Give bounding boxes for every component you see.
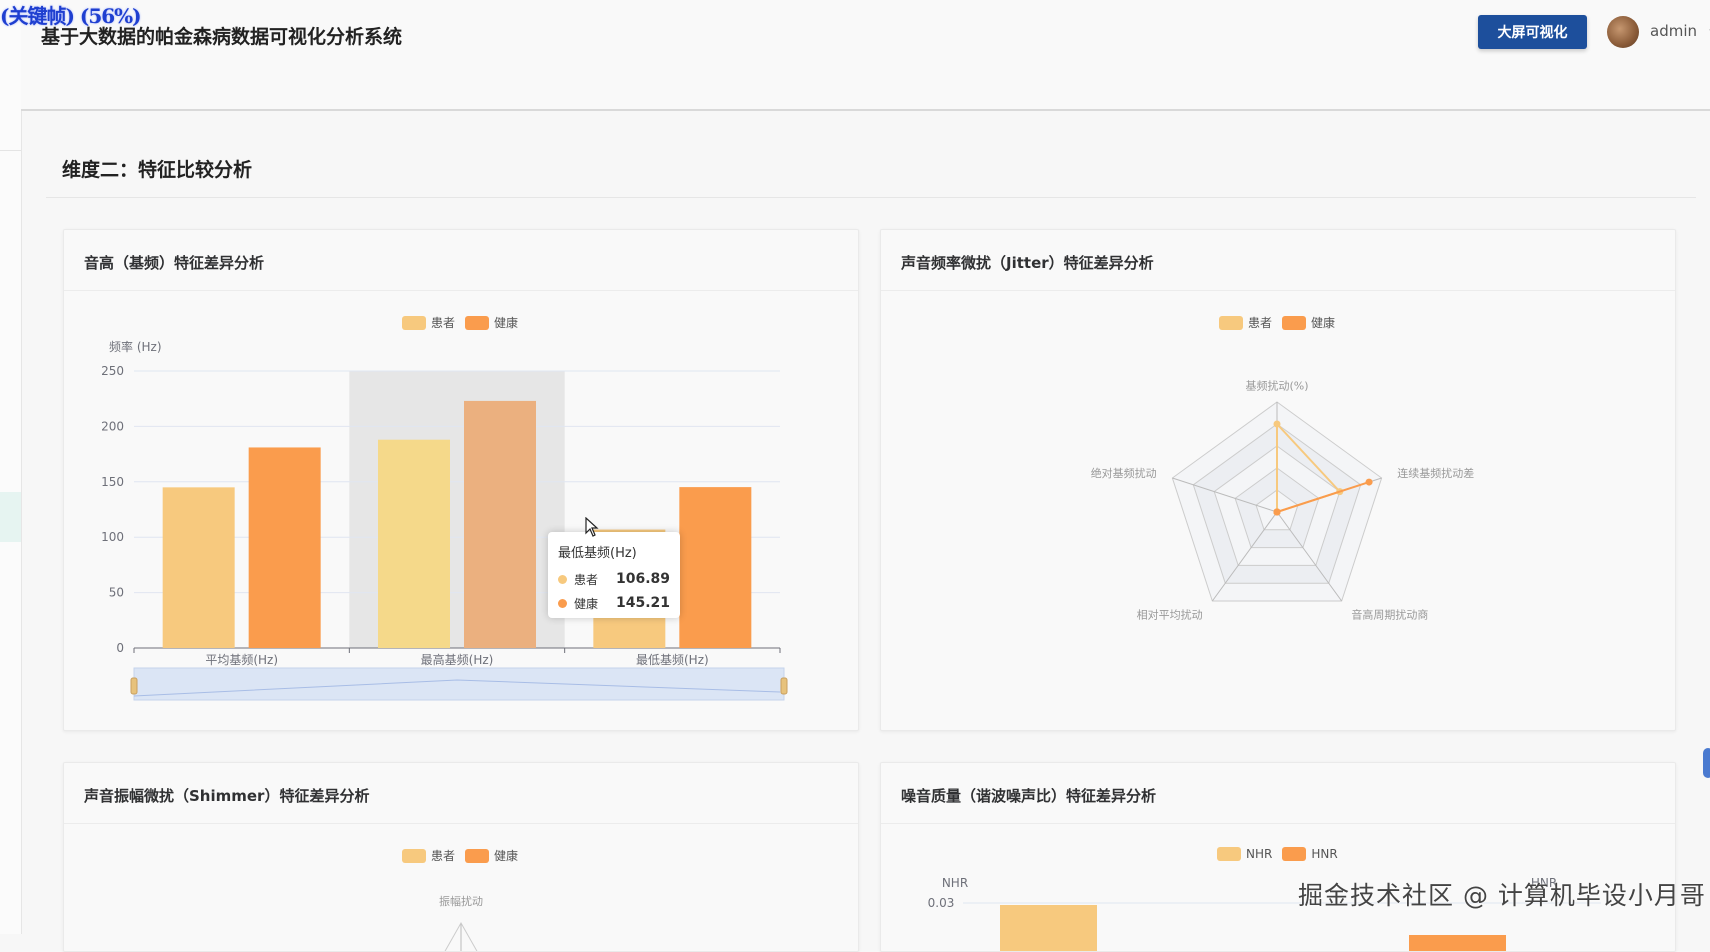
y-tick-label: 100 [101,530,124,544]
bar-健康 [679,487,752,648]
radar-indicator-label: 连续基频扰动差 [1397,466,1474,480]
tooltip-dot [558,598,567,608]
bar-患者 [162,487,235,648]
y-axis-label: NHR [942,876,968,890]
bar-健康 [464,400,536,648]
bar-NHR [1000,905,1097,951]
watermark: 掘金技术社区 @ 计算机毕设小月哥 [1298,881,1706,910]
noise-bar-chart[interactable]: NHR0.03HNR [881,763,1676,952]
radar-indicator-label: 基频扰动(%) [1245,379,1308,393]
radar-point [1273,508,1281,516]
radar-indicator-label: 振幅扰动 [439,894,483,908]
x-tick-label: 最低基频(Hz) [636,653,709,667]
pitch-bar-chart[interactable]: 0 50 100 150 200 250 频率 (Hz) 平均基频(Hz) 最高基频(Hz) 最低… [64,230,859,731]
tooltip-row: 健康 145.21 [558,591,670,615]
avatar[interactable] [1607,16,1639,48]
section-divider [46,197,1696,198]
tooltip-title: 最低基频(Hz) [558,546,637,561]
username[interactable]: admin [1650,22,1697,40]
overlay-frame-label: (关键帧) (56%) [0,4,142,28]
sidebar-divider [0,150,21,151]
jitter-card: 声音频率微扰（Jitter）特征差异分析 患者 健康 基频扰动(%) 连续基频扰动… [880,229,1676,731]
tooltip-value: 145.21 [615,595,670,611]
shimmer-radar-chart[interactable]: 振幅扰动 [64,763,859,952]
bar-患者 [378,439,450,648]
bar-健康 [248,447,321,648]
radar-point [1273,420,1281,428]
y-tick-label: 200 [101,419,124,433]
tooltip-series-name: 健康 [574,596,599,611]
jitter-radar-chart[interactable]: 基频扰动(%) 连续基频扰动差音高周期扰动商 相对平均扰动 绝对基频扰动 [881,230,1676,731]
tooltip-dot [558,574,567,584]
tooltip-row: 患者 106.89 [558,567,670,591]
radar-indicator-label: 音高周期扰动商 [1351,607,1428,621]
datazoom-track [133,667,785,701]
y-tick-label: 0.03 [928,896,955,910]
section-title: 维度二：特征比较分析 [62,159,253,181]
radar-indicator-label: 相对平均扰动 [1137,607,1203,621]
bar-HNR [1409,935,1506,951]
pitch-card: 音高（基频）特征差异分析 患者 健康 0 50 100 150 200 250 频率 (Hz… [63,229,859,731]
y-tick-label: 50 [109,586,124,600]
shimmer-card: 声音振幅微扰（Shimmer）特征差异分析 患者 健康 振幅扰动 [63,762,859,952]
x-tick-label: 最高基频(Hz) [421,652,494,667]
y-tick-label: 150 [101,475,124,489]
tooltip-value: 106.89 [615,571,670,587]
datazoom-handle [780,677,788,695]
radar-indicator-label: 绝对基频扰动 [1091,466,1157,480]
top-header: 基于大数据的帕金森病数据可视化分析系统 大屏可视化 admin ⌵ [21,0,1710,111]
chart-tooltip: 最低基频(Hz) 患者 106.89 健康 145.21 [548,532,680,618]
y-tick-label: 0 [116,641,124,655]
scroll-handle[interactable] [1703,748,1710,778]
mouse-cursor-icon [585,517,599,537]
noise-card: 噪音质量（谐波噪声比）特征差异分析 NHR HNR NHR 0.03 HNR [880,762,1676,952]
big-screen-button[interactable]: 大屏可视化 [1478,15,1587,49]
tooltip-series-name: 患者 [574,572,599,587]
y-tick-label: 250 [101,364,124,378]
x-tick-label: 平均基频(Hz) [205,653,278,667]
y-axis-label: 频率 (Hz) [109,339,162,354]
datazoom-handle [130,677,138,695]
sidebar-active-item[interactable] [0,492,21,542]
radar-point [1365,478,1373,486]
sidebar-collapsed[interactable] [0,0,22,934]
